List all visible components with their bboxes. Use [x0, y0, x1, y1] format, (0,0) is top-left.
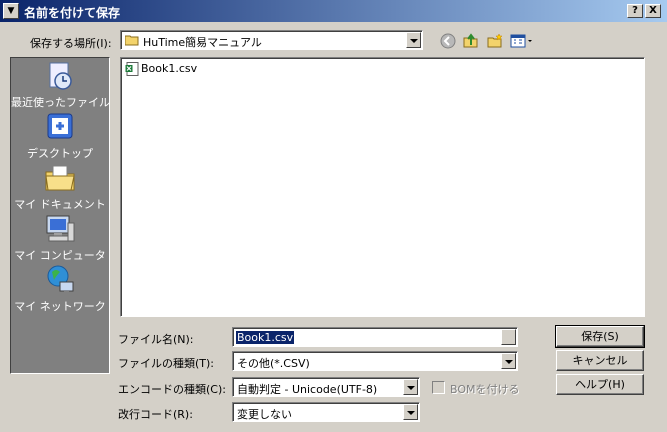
new-folder-icon[interactable]	[487, 33, 503, 49]
help-title-button[interactable]: ?	[627, 4, 643, 18]
up-folder-icon[interactable]	[463, 33, 479, 49]
recent-files-icon	[44, 60, 76, 92]
chevron-down-icon[interactable]	[501, 329, 516, 345]
file-name: Book1.csv	[141, 62, 198, 75]
system-menu-icon[interactable]: ▼	[3, 3, 19, 19]
file-list[interactable]: Book1.csv	[120, 57, 645, 317]
back-icon[interactable]	[440, 33, 456, 49]
newline-value: 変更しない	[237, 408, 292, 421]
place-desktop[interactable]: デスクトップ	[11, 111, 109, 161]
title-bar: ▼ 名前を付けて保存 ? X	[0, 0, 667, 22]
close-button[interactable]: X	[645, 4, 661, 18]
filename-label: ファイル名(N):	[118, 333, 194, 346]
folder-icon	[124, 34, 139, 46]
location-combo[interactable]: HuTime簡易マニュアル	[120, 30, 423, 50]
place-my-computer[interactable]: マイ コンピュータ	[11, 213, 109, 263]
filetype-select[interactable]: その他(*.CSV)	[232, 351, 518, 371]
newline-select[interactable]: 変更しない	[232, 402, 420, 422]
window-title: 名前を付けて保存	[24, 6, 121, 20]
view-menu-icon[interactable]	[510, 33, 534, 49]
places-bar: 最近使ったファイル デスクトップ マイ ドキュメント マイ コンピュータ マイ …	[10, 57, 110, 374]
chevron-down-icon[interactable]	[403, 379, 418, 395]
place-my-documents[interactable]: マイ ドキュメント	[11, 162, 109, 212]
csv-file-icon	[125, 62, 139, 76]
location-label: 保存する場所(I):	[30, 37, 112, 50]
chevron-down-icon[interactable]	[403, 404, 418, 420]
filetype-value: その他(*.CSV)	[237, 357, 310, 370]
filetype-label: ファイルの種類(T):	[118, 357, 215, 370]
filename-value: Book1.csv	[236, 331, 295, 344]
cancel-button[interactable]: キャンセル	[556, 350, 644, 371]
desktop-icon	[44, 111, 76, 143]
list-item[interactable]: Book1.csv	[125, 62, 197, 76]
chevron-down-icon[interactable]	[501, 353, 516, 369]
my-documents-icon	[44, 162, 76, 194]
bom-checkbox[interactable]	[432, 381, 445, 394]
place-my-network[interactable]: マイ ネットワーク	[11, 264, 109, 314]
encoding-select[interactable]: 自動判定 - Unicode(UTF-8)	[232, 377, 420, 397]
help-button[interactable]: ヘルプ(H)	[556, 374, 644, 395]
filename-field[interactable]: Book1.csv	[232, 327, 518, 347]
chevron-down-icon[interactable]	[406, 32, 421, 48]
newline-label: 改行コード(R):	[118, 408, 193, 421]
encoding-label: エンコードの種類(C):	[118, 383, 226, 396]
encoding-value: 自動判定 - Unicode(UTF-8)	[237, 383, 378, 396]
save-button[interactable]: 保存(S)	[555, 325, 645, 348]
my-computer-icon	[44, 213, 76, 245]
location-value: HuTime簡易マニュアル	[143, 36, 262, 49]
place-recent[interactable]: 最近使ったファイル	[11, 60, 110, 110]
my-network-icon	[44, 264, 76, 296]
bom-label: BOMを付ける	[450, 383, 520, 396]
